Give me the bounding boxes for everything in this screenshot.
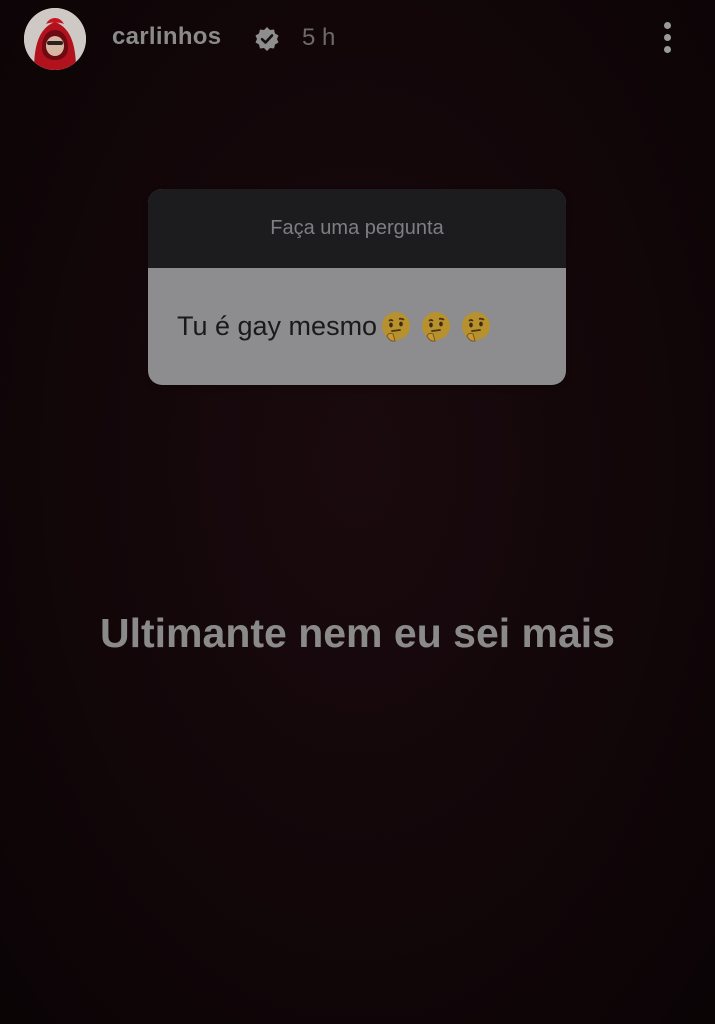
story-caption: Ultimante nem eu sei mais [100, 610, 615, 656]
avatar[interactable] [24, 8, 86, 70]
thinking-face-icon [462, 311, 491, 342]
question-sticker[interactable]: Faça uma pergunta Tu é gay mesmo [148, 189, 566, 385]
thinking-face-icon [382, 311, 411, 342]
verified-badge-icon [255, 27, 279, 51]
avatar-image [24, 8, 86, 70]
story-header: carlinhos 5 h [0, 0, 715, 80]
more-vertical-icon[interactable] [656, 18, 680, 58]
post-time: 5 h [302, 24, 336, 51]
question-text: Tu é gay mesmo [177, 311, 378, 341]
thinking-face-icon [422, 311, 451, 342]
emoji-group [379, 310, 499, 344]
question-prompt: Faça uma pergunta [148, 189, 566, 268]
question-body: Tu é gay mesmo [148, 268, 566, 385]
story-view: carlinhos 5 h Faça uma pergunta Tu é gay… [0, 0, 715, 1024]
username[interactable]: carlinhos [112, 23, 221, 51]
